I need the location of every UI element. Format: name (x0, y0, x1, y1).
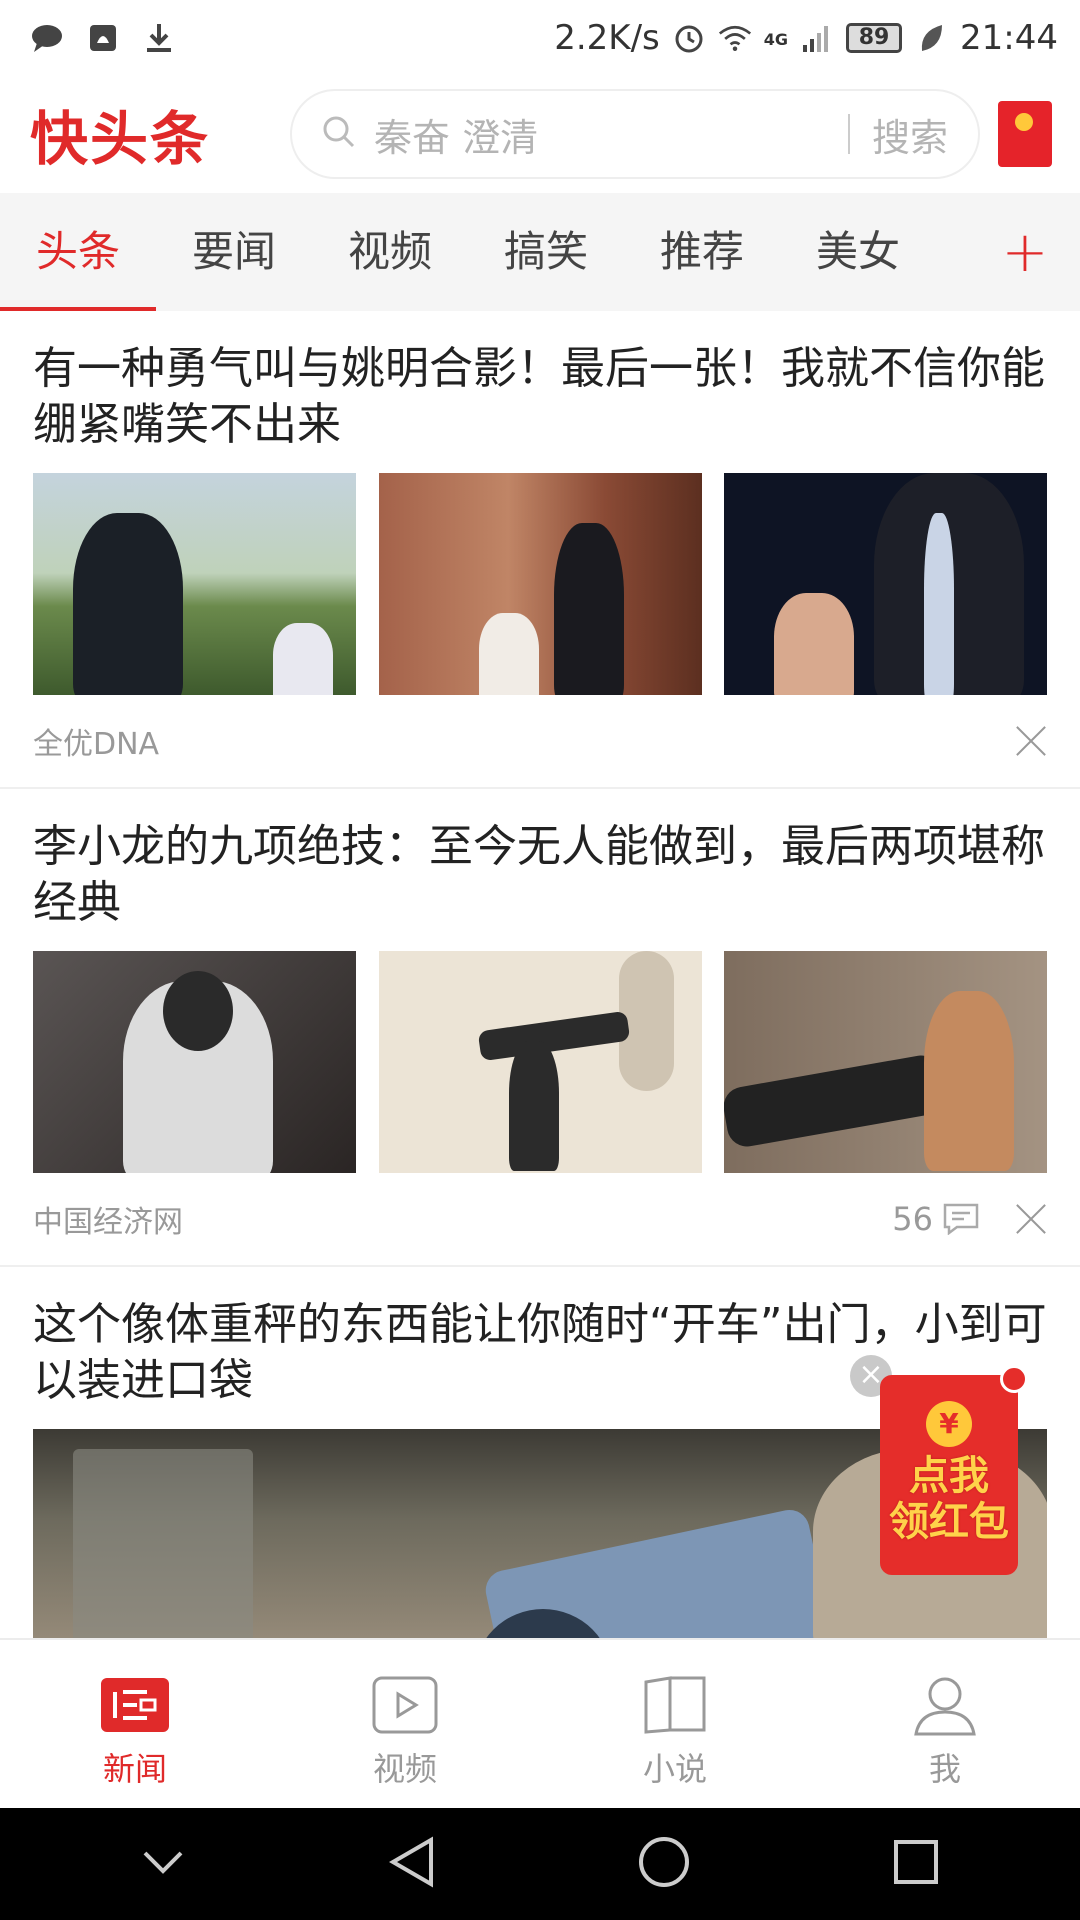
bottom-navigation: 新闻 视频 小说 我 (0, 1638, 1080, 1808)
nav-label: 我 (928, 1750, 961, 1788)
nav-video[interactable]: 视频 (270, 1640, 540, 1808)
article-meta: 全优DNA (33, 695, 1047, 787)
app-logo: 快头条 (30, 105, 211, 173)
nav-label: 小说 (642, 1750, 707, 1788)
collapse-icon[interactable] (141, 1849, 185, 1879)
dismiss-icon[interactable] (1015, 1203, 1047, 1235)
video-icon (371, 1674, 439, 1736)
tab-recommend[interactable]: 推荐 (624, 193, 780, 311)
coin-icon: ¥ (926, 1401, 972, 1447)
notification-dot (1000, 1365, 1028, 1393)
net-speed: 2.2K/s (554, 17, 660, 58)
search-divider (847, 114, 850, 154)
red-packet-floating-button[interactable]: ¥ 点我 领红包 (880, 1365, 1028, 1575)
search-bar[interactable]: 秦奋 澄清 搜索 (290, 89, 980, 179)
article-image[interactable] (378, 473, 702, 695)
recents-icon[interactable] (893, 1839, 939, 1889)
red-packet-label-line1: 点我 (909, 1453, 989, 1499)
system-navigation-bar (0, 1808, 1080, 1920)
tab-beauty[interactable]: 美女 (780, 193, 936, 311)
add-tab-button[interactable]: + (970, 220, 1080, 285)
comment-count-value: 56 (892, 1200, 933, 1238)
list-item[interactable]: 有一种勇气叫与姚明合影！最后一张！我就不信你能绷紧嘴笑不出来 全优DNA (0, 311, 1080, 789)
nav-profile[interactable]: 我 (810, 1640, 1080, 1808)
profile-icon (911, 1674, 979, 1736)
home-icon[interactable] (637, 1835, 691, 1893)
dismiss-icon[interactable] (1015, 725, 1047, 757)
message-icon (30, 21, 64, 55)
article-image[interactable] (33, 951, 356, 1173)
tab-news[interactable]: 要闻 (156, 193, 312, 311)
article-image[interactable] (33, 473, 356, 695)
coin-icon (1015, 113, 1033, 131)
article-source: 全优DNA (33, 727, 160, 762)
back-icon[interactable] (387, 1836, 435, 1892)
nav-label: 视频 (372, 1750, 437, 1788)
status-bar: 2.2K/s 4G 89 21:44 (0, 0, 1080, 75)
article-source: 中国经济网 (33, 1205, 183, 1240)
wifi-icon (718, 21, 752, 55)
article-meta: 中国经济网 56 (33, 1173, 1047, 1265)
tab-headlines[interactable]: 头条 (0, 193, 156, 311)
article-image[interactable] (724, 951, 1047, 1173)
leaf-icon (914, 21, 948, 55)
category-tabs: 头条 要闻 视频 搞笑 推荐 美女 + (0, 193, 1080, 311)
alarm-icon (672, 21, 706, 55)
news-icon (101, 1674, 169, 1736)
book-icon (641, 1674, 709, 1736)
search-input[interactable]: 秦奋 澄清 (374, 107, 848, 162)
tab-funny[interactable]: 搞笑 (468, 193, 624, 311)
thumbnail-row (33, 951, 1047, 1173)
article-title[interactable]: 李小龙的九项绝技：至今无人能做到，最后两项堪称经典 (33, 819, 1047, 931)
article-title[interactable]: 有一种勇气叫与姚明合影！最后一张！我就不信你能绷紧嘴笑不出来 (33, 341, 1047, 453)
red-packet-label-line2: 领红包 (889, 1499, 1009, 1545)
comment-count[interactable]: 56 (892, 1200, 979, 1238)
battery-indicator: 89 (846, 22, 903, 53)
nav-news[interactable]: 新闻 (0, 1640, 270, 1808)
comment-icon (943, 1203, 979, 1235)
network-type: 4G (763, 29, 789, 49)
search-button[interactable]: 搜索 (872, 107, 948, 162)
signal-icon (800, 21, 834, 55)
article-image[interactable] (378, 951, 702, 1173)
clock: 21:44 (960, 17, 1058, 58)
huawei-icon (86, 21, 120, 55)
red-envelope-button[interactable] (998, 101, 1052, 167)
search-icon (322, 115, 356, 153)
article-image[interactable] (724, 473, 1047, 695)
nav-novel[interactable]: 小说 (540, 1640, 810, 1808)
nav-label: 新闻 (102, 1750, 167, 1788)
tab-video[interactable]: 视频 (312, 193, 468, 311)
app-header: 快头条 秦奋 澄清 搜索 (0, 75, 1080, 193)
thumbnail-row (33, 473, 1047, 695)
list-item[interactable]: 李小龙的九项绝技：至今无人能做到，最后两项堪称经典 中国经济网 56 (0, 789, 1080, 1267)
download-icon (142, 21, 176, 55)
